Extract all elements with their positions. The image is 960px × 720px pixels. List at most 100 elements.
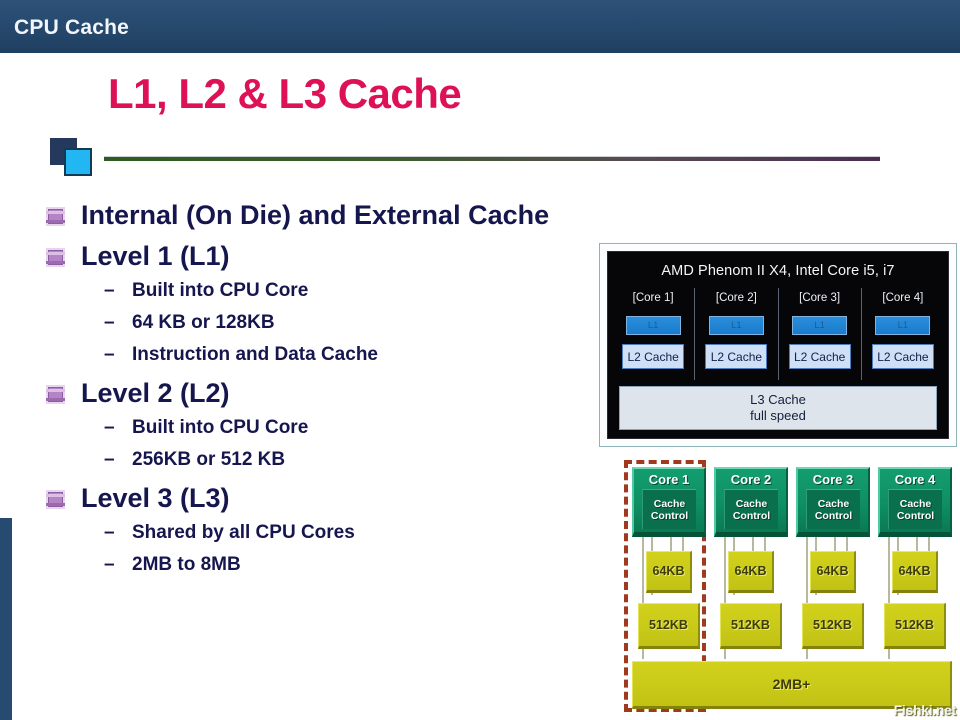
sub-bullet-item: – Shared by all CPU Cores — [104, 522, 606, 554]
cache-control-line2: Control — [896, 509, 935, 522]
die-l3-row: L3 Cache full speed — [612, 380, 944, 434]
sub-bullet-item: – 2MB to 8MB — [104, 554, 606, 586]
dash-marker: – — [104, 449, 115, 470]
cache-control-box: Cache Control — [805, 489, 861, 529]
tree-l1-box: 64KB — [810, 551, 856, 593]
die-l2-box: L2 Cache — [871, 344, 934, 369]
cache-hierarchy-diagram: Core 1 Cache Control Core 2 Cache Contro… — [614, 458, 958, 720]
die-core-label: [Core 4] — [882, 292, 924, 304]
bullet-item: Level 2 (L2) — [46, 376, 606, 415]
die-core: [Core 1] L1 L2 Cache — [612, 288, 694, 380]
bullet-item: Level 1 (L1) — [46, 239, 606, 278]
cache-control-line1: Cache — [899, 497, 932, 510]
cache-control-line2: Control — [650, 509, 689, 522]
tree-core-title: Core 4 — [894, 472, 936, 487]
tree-l1-box: 64KB — [728, 551, 774, 593]
cube-bullet-icon — [46, 385, 65, 404]
dash-marker: – — [104, 312, 115, 333]
die-l3-sublabel: full speed — [750, 408, 806, 423]
tree-cache-column: 64KB 512KB — [714, 537, 788, 659]
bullet-label: Level 2 (L2) — [81, 378, 230, 408]
left-accent-bar — [0, 518, 12, 720]
bullet-label: Level 1 (L1) — [81, 241, 230, 271]
sub-bullet-item: – 256KB or 512 KB — [104, 449, 606, 481]
tree-l2-box: 512KB — [637, 603, 701, 649]
die-core: [Core 3] L1 L2 Cache — [777, 288, 861, 380]
die-core-label: [Core 1] — [632, 292, 674, 304]
die-block-diagram: AMD Phenom II X4, Intel Core i5, i7 [Cor… — [599, 243, 957, 447]
die-core-label: [Core 2] — [715, 292, 757, 304]
cache-control-line2: Control — [814, 509, 853, 522]
cache-control-line1: Cache — [653, 497, 686, 510]
cube-bullet-icon — [46, 248, 65, 267]
tree-cache-column: 64KB 512KB — [796, 537, 870, 659]
decor-square-cyan — [64, 148, 92, 176]
sub-bullet-item: – Built into CPU Core — [104, 280, 606, 312]
dash-marker: – — [104, 280, 115, 301]
die-panel: AMD Phenom II X4, Intel Core i5, i7 [Cor… — [607, 251, 949, 439]
bullet-list: Internal (On Die) and External Cache Lev… — [46, 198, 606, 586]
bullet-item: Level 3 (L3) — [46, 481, 606, 520]
tree-core-title: Core 3 — [812, 472, 854, 487]
die-l2-box: L2 Cache — [705, 344, 768, 369]
tree-core-title: Core 1 — [648, 472, 690, 487]
tree-core-box: Core 2 Cache Control — [714, 467, 788, 537]
tree-cache-column: 64KB 512KB — [632, 537, 706, 659]
die-l2-box: L2 Cache — [788, 344, 851, 369]
die-core-label: [Core 3] — [799, 292, 841, 304]
slide-header-bar: CPU Cache — [0, 0, 960, 55]
cache-control-line1: Cache — [817, 497, 850, 510]
bullet-item: Internal (On Die) and External Cache — [46, 198, 606, 237]
tree-l1-box: 64KB — [892, 551, 938, 593]
sub-bullet-label: 2MB to 8MB — [132, 554, 241, 575]
die-core: [Core 4] L1 L2 Cache — [860, 288, 944, 380]
cache-control-box: Cache Control — [723, 489, 779, 529]
cache-control-line1: Cache — [735, 497, 768, 510]
tree-l2-box: 512KB — [801, 603, 865, 649]
tree-l2-box: 512KB — [883, 603, 947, 649]
die-l1-box: L1 — [708, 316, 764, 335]
die-l1-box: L1 — [625, 316, 681, 335]
sub-bullet-item: – Instruction and Data Cache — [104, 344, 606, 376]
tree-cache-column: 64KB 512KB — [878, 537, 952, 659]
tree-core-box: Core 4 Cache Control — [878, 467, 952, 537]
tree-core-row: Core 1 Cache Control Core 2 Cache Contro… — [632, 467, 952, 537]
dash-marker: – — [104, 554, 115, 575]
die-core: [Core 2] L1 L2 Cache — [694, 288, 777, 380]
sub-bullet-item: – 64 KB or 128KB — [104, 312, 606, 344]
sub-bullet-label: Instruction and Data Cache — [132, 344, 378, 365]
die-l3-label: L3 Cache — [750, 392, 806, 407]
die-l3-box: L3 Cache full speed — [619, 386, 937, 430]
header-title: CPU Cache — [14, 16, 130, 39]
sub-bullet-label: Shared by all CPU Cores — [132, 522, 355, 543]
dash-marker: – — [104, 522, 115, 543]
cache-control-box: Cache Control — [887, 489, 943, 529]
sub-bullet-label: Built into CPU Core — [132, 417, 309, 438]
tree-core-box: Core 3 Cache Control — [796, 467, 870, 537]
page-title: L1, L2 & L3 Cache — [108, 70, 462, 117]
die-l1-box: L1 — [875, 316, 931, 335]
dash-marker: – — [104, 417, 115, 438]
sub-bullet-item: – Built into CPU Core — [104, 417, 606, 449]
cube-bullet-icon — [46, 207, 65, 226]
decor-horizontal-rule — [104, 156, 880, 161]
sub-bullet-label: Built into CPU Core — [132, 280, 309, 301]
cache-control-line2: Control — [732, 509, 771, 522]
die-l1-box: L1 — [792, 316, 848, 335]
bullet-label: Internal (On Die) and External Cache — [81, 200, 550, 230]
cube-bullet-icon — [46, 490, 65, 509]
cache-control-box: Cache Control — [641, 489, 697, 529]
tree-core-title: Core 2 — [730, 472, 772, 487]
bullet-label: Level 3 (L3) — [81, 483, 230, 513]
sub-bullet-label: 64 KB or 128KB — [132, 312, 275, 333]
dash-marker: – — [104, 344, 115, 365]
die-l2-box: L2 Cache — [622, 344, 685, 369]
sub-bullet-label: 256KB or 512 KB — [132, 449, 286, 470]
tree-l2-box: 512KB — [719, 603, 783, 649]
slide-canvas: CPU Cache L1, L2 & L3 Cache Internal (On… — [0, 0, 960, 720]
die-diagram-heading: AMD Phenom II X4, Intel Core i5, i7 — [661, 263, 895, 279]
tree-core-box: Core 1 Cache Control — [632, 467, 706, 537]
tree-l1-box: 64KB — [646, 551, 692, 593]
watermark-label: Fishki.net — [893, 702, 957, 718]
die-core-row: [Core 1] L1 L2 Cache [Core 2] L1 L2 Cach… — [612, 288, 944, 380]
